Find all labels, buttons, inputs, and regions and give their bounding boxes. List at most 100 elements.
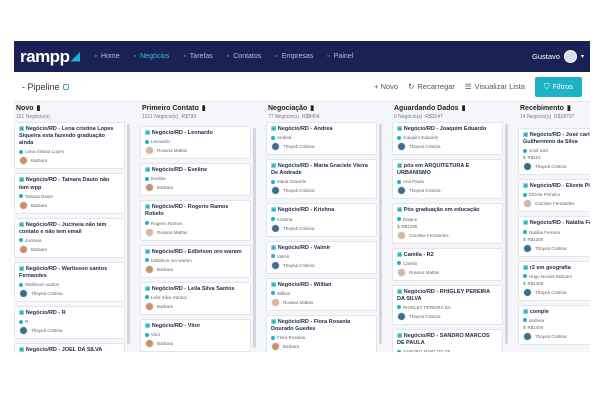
deal-card[interactable]: ▣ Negócio/RD - Valmir Valmir Thayná Cristi… bbox=[266, 240, 377, 274]
contact-name: Flora Rosania bbox=[277, 335, 306, 341]
nav-item-3[interactable]: ▫ Contatos bbox=[221, 50, 268, 63]
deal-card[interactable]: ▣ Negócio/RD - Flora Rosania Dourado Gue… bbox=[266, 314, 377, 352]
deal-card[interactable]: ▣ r2 em geografia Hugo Novais Belizani $ R$… bbox=[518, 260, 590, 301]
deal-card[interactable]: ▣ Negócio/RD - Natália Ferreira Natália F… bbox=[518, 216, 590, 257]
card-list: ▣ Negócio/RD - Andrea Andrea Thayná Cristi… bbox=[266, 122, 377, 352]
owner-line: Barbara bbox=[271, 342, 372, 352]
deal-card[interactable]: ▣ Negócio/RD - SANDRO MARCOS DE PAULA SAN… bbox=[392, 328, 503, 352]
contact-line: Leila Silva Santos bbox=[145, 295, 246, 300]
contact-name: Willian bbox=[277, 290, 291, 296]
deal-card[interactable]: ▣ Negócio/RD - Elizete Pinheiro Elizete P… bbox=[518, 179, 590, 213]
user-menu[interactable]: Gustavo ▾ bbox=[532, 50, 584, 63]
deal-title-text: Negócio/RD - Leonardo bbox=[151, 130, 213, 137]
contact-name: Hugo Novais Belizani bbox=[529, 273, 572, 279]
deal-icon: ▣ bbox=[19, 177, 26, 184]
reload-button[interactable]: ↻ Recarregar bbox=[408, 82, 455, 91]
contact-line: SANDRO MARCOS DE bbox=[397, 349, 498, 352]
deal-card[interactable]: ▣ Negócio/RD - Tainara Dauto não tem wpp… bbox=[14, 173, 125, 214]
owner-line: Thayná Cristina bbox=[523, 243, 590, 253]
owner-avatar bbox=[271, 342, 280, 352]
person-icon bbox=[271, 254, 275, 259]
deal-card[interactable]: ▣ Negócio/RD - JOEL DA SILVAJOEL DA SILV… bbox=[14, 343, 125, 352]
contact-name: Joaquim Eduardo bbox=[403, 135, 439, 141]
deal-title: ▣ Negócio/RD - Willian bbox=[271, 282, 372, 289]
deal-card[interactable]: ▣ Negócio/RD - Willian Willian Rosana Matt… bbox=[266, 277, 377, 311]
contact-name: José icarl bbox=[529, 148, 549, 154]
contact-line: Tainara Dauto bbox=[19, 194, 120, 199]
deal-icon: ▣ bbox=[271, 318, 278, 325]
deal-card[interactable]: ▣ Negócio/RD - Lena cristina Lopes Sique… bbox=[14, 122, 125, 170]
new-button[interactable]: + Novo bbox=[374, 82, 398, 91]
deal-card[interactable]: ▣ Camila - R2 Camila Rosana Mattas bbox=[392, 247, 503, 281]
deal-card[interactable]: ▣ Negócio/RD - Vitor Vitor Barbara bbox=[140, 318, 251, 352]
deal-card[interactable]: ▣ Negócio/RD - Warlisson santos Fernande… bbox=[14, 261, 125, 303]
deal-title: ▣ pós em ARQUITETURA E URBANISMO bbox=[397, 163, 498, 177]
person-icon bbox=[19, 238, 23, 243]
deal-card[interactable]: ▣ Negócio/RD - Edilelson oro waram Edilel… bbox=[140, 244, 251, 278]
column-scrollbar[interactable] bbox=[505, 124, 508, 344]
owner-line: Barbara bbox=[19, 156, 120, 166]
column-value: R$8454 bbox=[302, 114, 320, 120]
deal-card[interactable]: ▣ comple andreia $ R$1400 Thayná Cristina bbox=[518, 304, 590, 345]
owner-line: Rosana Mattas bbox=[145, 227, 246, 237]
list-view-button[interactable]: ☰ Visualizar Lista bbox=[465, 82, 525, 91]
nav-item-0[interactable]: ▫ Home bbox=[88, 50, 125, 63]
deal-card[interactable]: ▣ Negócio/RD - R R Thayná Cristina bbox=[14, 306, 125, 340]
deal-title: ▣ Negócio/RD - Warlisson santos Fernande… bbox=[19, 266, 120, 280]
card-list: ▣ Negócio/RD - Leonardo Leonardo Rosana Ma… bbox=[140, 126, 251, 352]
deal-card[interactable]: ▣ Negócio/RD - Joaquim Eduardo Joaquim Ed… bbox=[392, 122, 503, 156]
person-icon bbox=[271, 335, 275, 340]
column-title-text: Novo bbox=[16, 104, 34, 112]
owner-name: Barbara bbox=[157, 341, 174, 346]
owner-line: Barbara bbox=[19, 200, 120, 210]
deal-card[interactable]: ▣ Negócio/RD - RHIGLEY PEREIRA DA SILVA R… bbox=[392, 284, 503, 325]
pipeline-select-icon[interactable] bbox=[62, 83, 69, 90]
deal-card[interactable]: ▣ Negócio/RD - Rogerio Ramos Robelo Roger… bbox=[140, 200, 251, 241]
nav-item-4[interactable]: ▫ Empresas bbox=[269, 50, 319, 63]
person-icon bbox=[523, 192, 527, 197]
deal-title-text: Negócio/RD - Joaquim Eduardo bbox=[403, 126, 487, 132]
nav-item-1[interactable]: ▫ Negócios bbox=[128, 50, 176, 63]
deal-card[interactable]: ▣ Negócio/RD - Leila Silva Santos Leila S… bbox=[140, 281, 251, 315]
deal-title-text: Negócio/RD - Valmir bbox=[277, 244, 331, 251]
column-scrollbar[interactable] bbox=[127, 124, 130, 344]
kanban-column: Aguardando Dados ▮ 9 Negócio(s) R$3147 ▣ Neg… bbox=[392, 102, 508, 352]
user-name: Gustavo bbox=[532, 52, 560, 61]
owner-avatar bbox=[145, 227, 154, 237]
deal-card[interactable]: ▣ Negócio/RD - Krishna Krishna Thayná Cris… bbox=[266, 203, 377, 237]
owner-line: Barbara bbox=[145, 339, 246, 348]
deal-value: R$1400 bbox=[527, 280, 544, 286]
app-window: rampp ▫ Home ▫ Negócios ▫ Tarefas ▫ Contatos ▫ Em… bbox=[14, 41, 590, 352]
column-body: ▣ Negócio/RD - Joaquim Eduardo Joaquim Ed… bbox=[392, 122, 508, 352]
deal-card[interactable]: ▣ Negócio/RD - Eveline Eveline Barbara bbox=[140, 163, 251, 197]
column-scrollbar[interactable] bbox=[379, 124, 382, 344]
deal-card[interactable]: ▣ pós em ARQUITETURA E URBANISMO Ana Paul… bbox=[392, 159, 503, 200]
avatar bbox=[563, 50, 577, 63]
contact-name: Maria Graciele bbox=[277, 179, 307, 185]
column-scrollbar[interactable] bbox=[253, 128, 256, 349]
deal-title-text: pós em ARQUITETURA E URBANISMO bbox=[397, 163, 470, 177]
filter-button[interactable]: ⛉ Filtros bbox=[534, 76, 582, 97]
deal-title-text: r2 em geografia bbox=[529, 264, 571, 271]
contact-line: Andrea bbox=[271, 135, 372, 140]
deal-card[interactable]: ▣ Pós graduação em educação Daiane $ R$1290… bbox=[392, 203, 503, 244]
owner-name: Barbara bbox=[283, 344, 300, 350]
person-icon bbox=[397, 135, 401, 140]
deal-card[interactable]: ▣ Negócio/RD - Leonardo Leonardo Rosana Ma… bbox=[140, 126, 251, 160]
nav-item-5[interactable]: ▫ Painel bbox=[321, 50, 359, 63]
owner-name: Thayná Cristina bbox=[283, 144, 315, 150]
contact-name: SANDRO MARCOS DE bbox=[403, 349, 451, 352]
deal-count: 151 Negócio(s) bbox=[16, 114, 50, 120]
deal-card[interactable]: ▣ Negócio/RD - José carlos Guilhermino d… bbox=[518, 128, 590, 176]
nav-item-2[interactable]: ▫ Tarefas bbox=[177, 50, 218, 63]
deal-card[interactable]: ▣ Negócio/RD - Andrea Andrea Thayná Cristi… bbox=[266, 122, 377, 156]
deal-icon: ▣ bbox=[271, 163, 278, 170]
deal-title: ▣ comple bbox=[523, 309, 590, 316]
currency-icon: $ bbox=[397, 223, 400, 229]
owner-name: Thayná Cristina bbox=[535, 333, 567, 339]
logo[interactable]: rampp bbox=[20, 47, 81, 67]
contact-line: Rogerio Ramos bbox=[145, 221, 246, 226]
deal-card[interactable]: ▣ Negócio/RD - Maria Graciele Vieira De … bbox=[266, 159, 377, 200]
kanban-column: Recebimento ▮ 14 Negócio(s) R$18737 ▣ Negóci… bbox=[518, 102, 590, 352]
deal-card[interactable]: ▣ Negócio/RD - Jucineia não tem contato … bbox=[14, 217, 125, 258]
